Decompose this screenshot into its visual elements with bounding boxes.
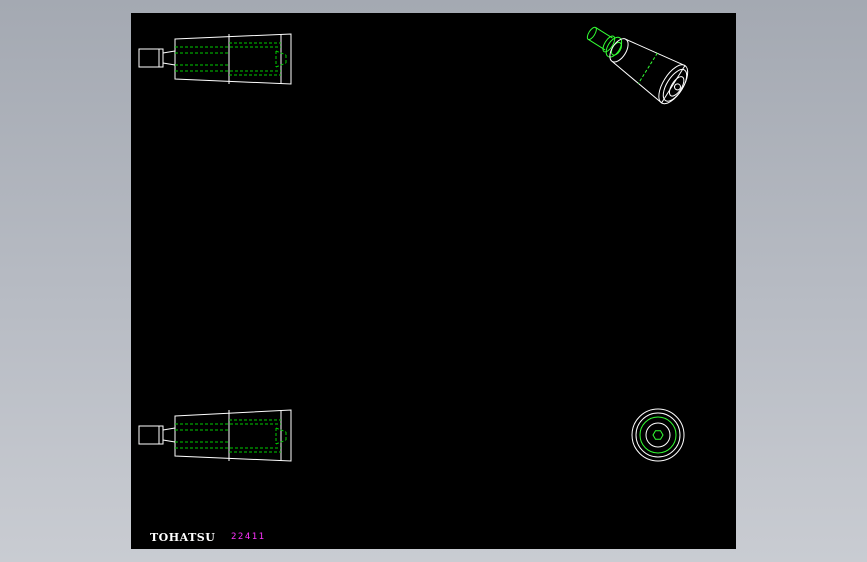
top-side-view — [138, 33, 292, 85]
grip-edge — [162, 439, 176, 443]
part-number-label: 22411 — [231, 532, 266, 542]
end-green-circle — [639, 416, 677, 454]
grip-edge — [162, 62, 176, 66]
grip-edge — [162, 427, 176, 431]
hidden-lines — [175, 42, 287, 76]
end-ring-circle — [635, 412, 681, 458]
end-inner-circle — [645, 422, 671, 448]
grip-outline — [174, 33, 292, 85]
grip-edge — [162, 50, 176, 54]
grip-outline — [174, 409, 292, 462]
bottom-side-view — [138, 409, 292, 462]
hex-socket — [652, 430, 664, 440]
iso-view — [586, 26, 689, 105]
end-view — [631, 408, 685, 462]
hidden-lines — [175, 419, 287, 453]
brand-logo-text: TOHATSU — [150, 531, 216, 544]
cad-drawing — [138, 26, 689, 462]
drawing-canvas: TOHATSU 22411 — [131, 13, 736, 549]
